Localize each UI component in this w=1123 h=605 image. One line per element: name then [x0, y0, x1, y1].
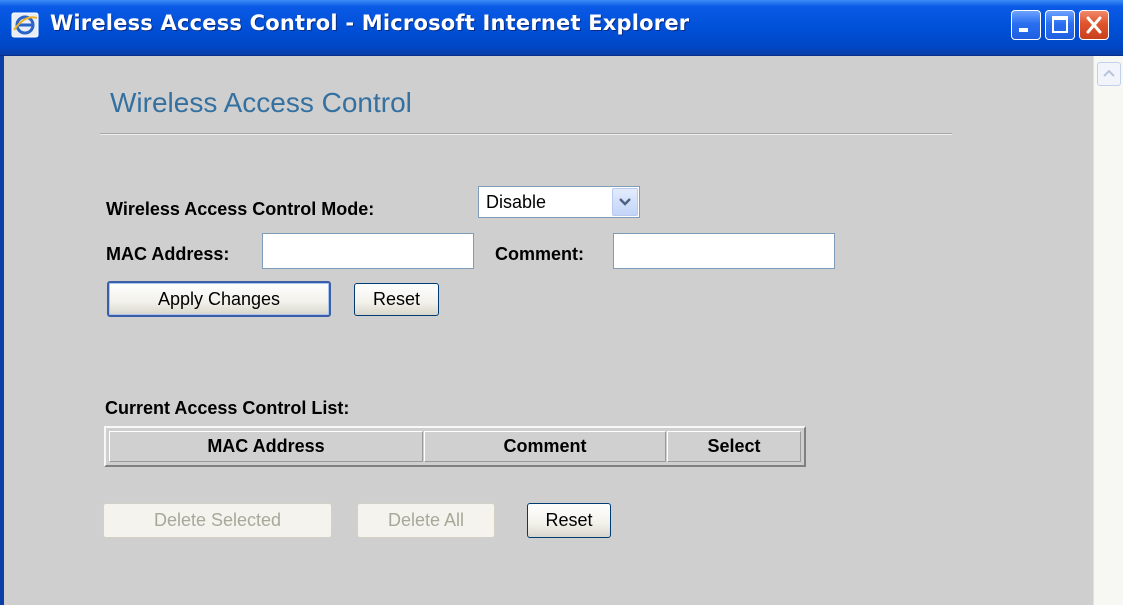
mode-select-value: Disable: [486, 192, 547, 212]
apply-changes-button[interactable]: Apply Changes: [107, 281, 331, 317]
mac-address-label: MAC Address:: [106, 244, 230, 264]
list-reset-button[interactable]: Reset: [527, 503, 611, 538]
column-header-select: Select: [667, 431, 801, 462]
mode-label: Wireless Access Control Mode:: [106, 199, 375, 219]
mac-address-input[interactable]: [262, 233, 474, 269]
comment-label: Comment:: [495, 244, 584, 264]
access-list-title: Current Access Control List:: [105, 398, 350, 418]
page-title: Wireless Access Control: [110, 87, 412, 118]
reset-button[interactable]: Reset: [354, 283, 439, 316]
column-header-mac-address: MAC Address: [109, 431, 423, 462]
minimize-icon: [1019, 28, 1028, 32]
delete-selected-button[interactable]: Delete Selected: [103, 503, 332, 538]
vertical-scrollbar[interactable]: [1093, 56, 1123, 605]
mode-select[interactable]: Disable: [478, 186, 640, 218]
ie-icon: [10, 10, 40, 40]
close-icon: [1086, 16, 1102, 34]
maximize-icon: [1052, 16, 1068, 33]
minimize-button[interactable]: [1011, 10, 1041, 40]
delete-all-button[interactable]: Delete All: [357, 503, 495, 538]
scroll-up-button[interactable]: [1097, 62, 1121, 86]
maximize-button[interactable]: [1045, 10, 1075, 40]
chevron-up-icon: [1103, 69, 1115, 77]
title-bar[interactable]: Wireless Access Control - Microsoft Inte…: [0, 0, 1123, 56]
divider: [100, 133, 952, 135]
comment-input[interactable]: [613, 233, 835, 269]
window-title: Wireless Access Control - Microsoft Inte…: [50, 11, 690, 35]
column-header-comment: Comment: [424, 431, 666, 462]
chevron-down-icon: [619, 198, 631, 206]
dropdown-button[interactable]: [612, 188, 638, 216]
access-control-table: MAC Address Comment Select: [104, 426, 806, 467]
close-button[interactable]: [1079, 10, 1109, 40]
